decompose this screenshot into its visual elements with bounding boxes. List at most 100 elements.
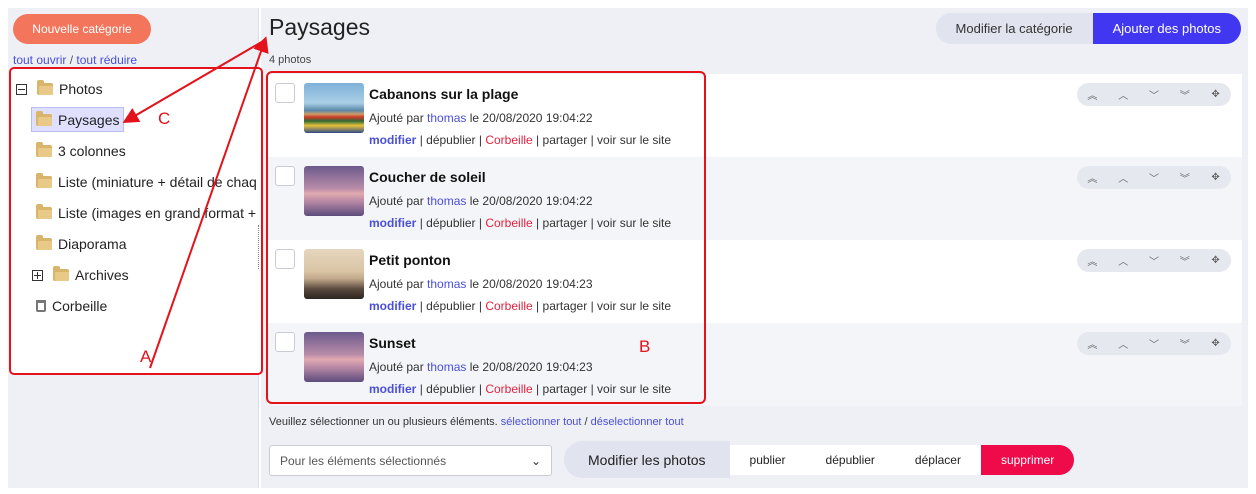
main-panel: Paysages 4 photos Modifier la catégorie …	[261, 8, 1248, 488]
trash-link[interactable]: Corbeille	[485, 382, 532, 396]
move-up-icon[interactable]: ︿	[1113, 170, 1133, 185]
collapse-all-link[interactable]: tout réduire	[76, 53, 137, 67]
author-link[interactable]: thomas	[427, 194, 466, 208]
row-actions: modifier | dépublier | Corbeille | parta…	[369, 133, 671, 147]
trash-link[interactable]: Corbeille	[485, 216, 532, 230]
edit-link[interactable]: modifier	[369, 216, 416, 230]
unpublish-link[interactable]: dépublier	[426, 133, 475, 147]
share-link[interactable]: partager	[543, 299, 588, 313]
tree-item-corbeille[interactable]: Corbeille	[36, 295, 107, 317]
unpublish-link[interactable]: dépublier	[426, 382, 475, 396]
drag-handle-icon[interactable]: ✥	[1206, 89, 1226, 100]
move-bottom-icon[interactable]: ︾	[1175, 170, 1195, 185]
drag-handle-icon[interactable]: ✥	[1206, 172, 1226, 183]
photo-thumbnail[interactable]	[304, 83, 364, 133]
action-separator: |	[478, 133, 482, 147]
author-link[interactable]: thomas	[427, 360, 466, 374]
photo-count: 4 photos	[269, 54, 312, 66]
folder-icon	[36, 235, 52, 250]
view-on-site-link[interactable]: voir sur le site	[597, 299, 671, 313]
added-by-label: Ajouté par	[369, 111, 424, 125]
new-category-button[interactable]: Nouvelle catégorie	[13, 14, 151, 44]
tree-item-label: Paysages	[58, 111, 120, 128]
deselect-all-link[interactable]: déselectionner tout	[591, 416, 684, 428]
share-link[interactable]: partager	[543, 216, 588, 230]
action-separator: |	[478, 299, 482, 313]
photo-row[interactable]: Sunset Ajouté par thomas le 20/08/2020 19…	[267, 323, 1242, 406]
photo-row[interactable]: Cabanons sur la plage Ajouté par thomas l…	[267, 74, 1242, 157]
tree-item-paysages[interactable]: Paysages	[31, 107, 125, 132]
move-top-icon[interactable]: ︽	[1082, 253, 1102, 268]
photo-row[interactable]: Coucher de soleil Ajouté par thomas le 20…	[267, 157, 1242, 240]
collapse-icon[interactable]	[16, 83, 27, 95]
move-top-icon[interactable]: ︽	[1082, 170, 1102, 185]
move-down-icon[interactable]: ﹀	[1144, 336, 1164, 351]
share-link[interactable]: partager	[543, 133, 588, 147]
added-date: le 20/08/2020 19:04:22	[469, 111, 593, 125]
row-checkbox[interactable]	[275, 249, 295, 269]
select-all-link[interactable]: sélectionner tout	[501, 416, 582, 428]
photo-title[interactable]: Cabanons sur la plage	[369, 86, 518, 102]
chevron-down-icon: ⌄	[530, 453, 541, 468]
unpublish-button[interactable]: dépublier	[805, 444, 895, 475]
move-up-icon[interactable]: ︿	[1113, 336, 1133, 351]
drag-handle-icon[interactable]: ✥	[1206, 255, 1226, 266]
tree-item-archives[interactable]: Archives	[32, 264, 129, 286]
row-checkbox[interactable]	[275, 83, 295, 103]
drag-handle-icon[interactable]: ✥	[1206, 338, 1226, 349]
move-button[interactable]: déplacer	[894, 444, 981, 475]
photo-title[interactable]: Coucher de soleil	[369, 169, 486, 185]
edit-link[interactable]: modifier	[369, 382, 416, 396]
bulk-action-select[interactable]: Pour les éléments sélectionnés ⌄	[269, 445, 552, 476]
selection-hint-text: Veuillez sélectionner un ou plusieurs él…	[269, 416, 498, 428]
photo-row[interactable]: Petit ponton Ajouté par thomas le 20/08/2…	[267, 240, 1242, 323]
delete-button[interactable]: supprimer	[980, 444, 1075, 475]
photo-title[interactable]: Petit ponton	[369, 252, 451, 268]
author-link[interactable]: thomas	[427, 277, 466, 291]
move-up-icon[interactable]: ︿	[1113, 253, 1133, 268]
tree-item-diaporama[interactable]: Diaporama	[36, 233, 126, 255]
move-bottom-icon[interactable]: ︾	[1175, 253, 1195, 268]
publish-button[interactable]: publier	[729, 444, 806, 475]
photo-thumbnail[interactable]	[304, 332, 364, 382]
unpublish-link[interactable]: dépublier	[426, 299, 475, 313]
tree-item-liste-grand-format[interactable]: Liste (images en grand format +	[36, 202, 256, 224]
photo-meta: Ajouté par thomas le 20/08/2020 19:04:22	[369, 111, 593, 125]
photo-thumbnail[interactable]	[304, 249, 364, 299]
tree-item-liste-miniature[interactable]: Liste (miniature + détail de chaq	[36, 171, 257, 193]
row-checkbox[interactable]	[275, 166, 295, 186]
add-photos-button[interactable]: Ajouter des photos	[1092, 13, 1241, 44]
move-top-icon[interactable]: ︽	[1082, 336, 1102, 351]
unpublish-link[interactable]: dépublier	[426, 216, 475, 230]
sidebar-resize-handle[interactable]	[258, 225, 260, 269]
view-on-site-link[interactable]: voir sur le site	[597, 216, 671, 230]
move-down-icon[interactable]: ﹀	[1144, 87, 1164, 102]
view-on-site-link[interactable]: voir sur le site	[597, 133, 671, 147]
action-separator: |	[590, 299, 594, 313]
edit-category-button[interactable]: Modifier la catégorie	[935, 13, 1093, 44]
move-bottom-icon[interactable]: ︾	[1175, 87, 1195, 102]
order-controls: ︽ ︿ ﹀ ︾ ✥	[1077, 83, 1231, 106]
photo-title[interactable]: Sunset	[369, 335, 416, 351]
move-down-icon[interactable]: ﹀	[1144, 253, 1164, 268]
move-up-icon[interactable]: ︿	[1113, 87, 1133, 102]
move-down-icon[interactable]: ﹀	[1144, 170, 1164, 185]
edit-link[interactable]: modifier	[369, 299, 416, 313]
trash-link[interactable]: Corbeille	[485, 133, 532, 147]
action-separator: |	[536, 133, 540, 147]
row-checkbox[interactable]	[275, 332, 295, 352]
tree-item-photos[interactable]: Photos	[16, 78, 103, 100]
photo-thumbnail[interactable]	[304, 166, 364, 216]
trash-link[interactable]: Corbeille	[485, 299, 532, 313]
view-on-site-link[interactable]: voir sur le site	[597, 382, 671, 396]
move-bottom-icon[interactable]: ︾	[1175, 336, 1195, 351]
tree-item-3-colonnes[interactable]: 3 colonnes	[36, 140, 126, 162]
author-link[interactable]: thomas	[427, 111, 466, 125]
tree-item-label: Liste (miniature + détail de chaq	[58, 174, 257, 190]
move-top-icon[interactable]: ︽	[1082, 87, 1102, 102]
expand-icon[interactable]	[32, 269, 43, 281]
share-link[interactable]: partager	[543, 382, 588, 396]
edit-link[interactable]: modifier	[369, 133, 416, 147]
open-all-link[interactable]: tout ouvrir	[13, 53, 66, 67]
order-controls: ︽ ︿ ﹀ ︾ ✥	[1077, 166, 1231, 189]
